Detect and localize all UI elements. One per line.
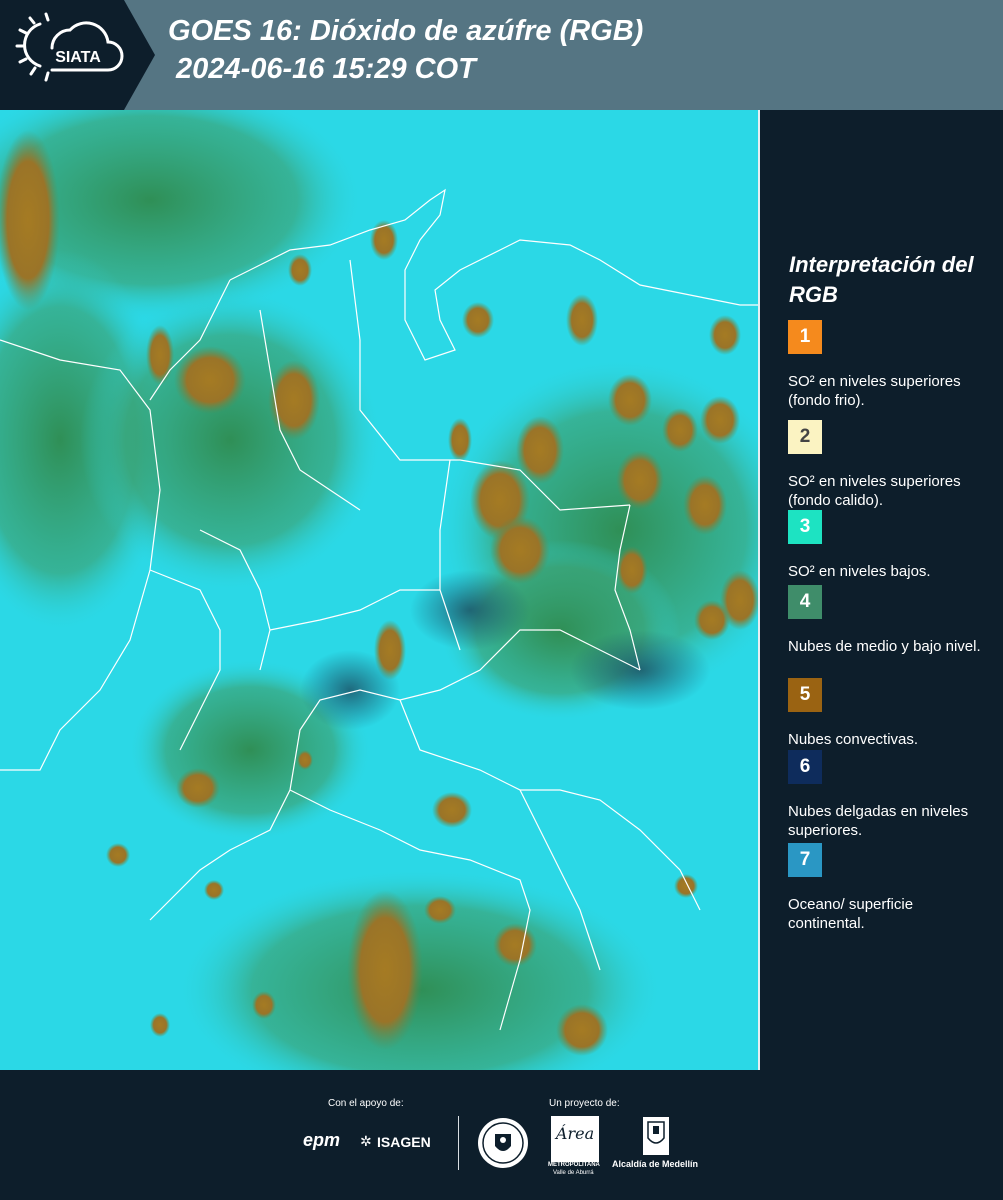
- page-title: GOES 16: Dióxido de azúfre (RGB) 2024-06…: [168, 15, 644, 85]
- legend-swatch: 4: [788, 585, 822, 619]
- legend-item: 4 Nubes de medio y bajo nivel.: [788, 585, 988, 656]
- logo-panel: SIATA: [0, 0, 155, 110]
- logo-text: SIATA: [55, 49, 101, 66]
- isagen-logo: ISAGEN: [377, 1134, 431, 1150]
- legend-swatch: 5: [788, 678, 822, 712]
- legend-item: 2 SO² en niveles superiores (fondo calido…: [788, 420, 988, 510]
- legend-title: Interpretación del RGB: [789, 252, 974, 307]
- map-image: [0, 80, 800, 1110]
- legend-swatch: 2: [788, 420, 822, 454]
- area-logo-text: Área: [555, 1124, 595, 1143]
- legend-swatch: 3: [788, 510, 822, 544]
- legend-swatch: 6: [788, 750, 822, 784]
- legend-item: 6 Nubes delgadas en niveles superiores.: [788, 750, 988, 840]
- legend-item: 1 SO² en niveles superiores (fondo frio).: [788, 320, 988, 410]
- legend-item: 5 Nubes convectivas.: [788, 678, 988, 749]
- alcaldia-shield-icon: [643, 1117, 669, 1155]
- footer: Con el apoyo de: Un proyecto de: epm ✲ I…: [0, 1070, 1003, 1200]
- epm-logo: epm: [303, 1130, 341, 1150]
- legend-label: SO² en niveles superiores (fondo calido)…: [788, 473, 961, 509]
- alcaldia-caption: Alcaldía de Medellín: [612, 1159, 699, 1169]
- support-label: Con el apoyo de:: [328, 1098, 404, 1109]
- satellite-map: [0, 80, 800, 1110]
- legend-item: 3 SO² en niveles bajos.: [788, 510, 988, 581]
- legend-label: SO² en niveles superiores (fondo frio).: [788, 373, 961, 409]
- legend-swatch: 1: [788, 320, 822, 354]
- legend-label: Nubes delgadas en niveles superiores.: [788, 803, 969, 839]
- area-caption: METROPOLITANA: [548, 1162, 600, 1168]
- legend-label: SO² en niveles bajos.: [788, 563, 931, 580]
- siata-logo: SIATA: [0, 0, 155, 110]
- area-caption-2: Valle de Aburrá: [553, 1170, 594, 1176]
- legend-panel: Interpretación del RGB 1 SO² en niveles s…: [763, 110, 1003, 1070]
- legend-label: Oceano/ superficie continental.: [788, 896, 914, 932]
- header-bar: SIATA GOES 16: Dióxido de azúfre (RGB) 2…: [0, 0, 1003, 110]
- legend-swatch: 7: [788, 843, 822, 877]
- area-metropolitana-logo: Área: [551, 1116, 599, 1162]
- legend-item: 7 Oceano/ superficie continental.: [788, 843, 988, 933]
- medellin-seal-icon: [478, 1118, 528, 1168]
- legend-label: Nubes de medio y bajo nivel.: [788, 638, 981, 655]
- isagen-icon: ✲: [360, 1133, 372, 1149]
- footer-divider: [458, 1116, 459, 1170]
- legend-label: Nubes convectivas.: [788, 731, 919, 748]
- project-label: Un proyecto de:: [549, 1098, 620, 1109]
